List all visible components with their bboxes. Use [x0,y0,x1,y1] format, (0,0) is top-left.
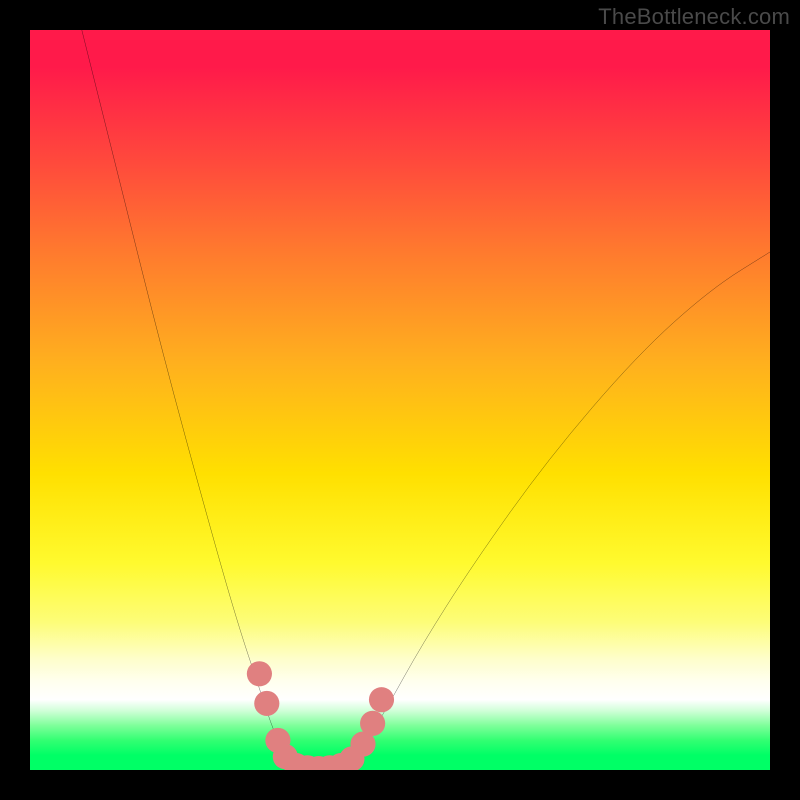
watermark-text: TheBottleneck.com [598,4,790,30]
curve-left-branch [82,30,297,770]
plot-area [30,30,770,770]
left-branch-path [82,30,297,770]
curve-right-branch [348,252,770,770]
highlight-marker [247,661,272,686]
highlight-marker [360,711,385,736]
highlight-marker [254,691,279,716]
highlight-marker [369,687,394,712]
curve-svg [30,30,770,770]
chart-container: TheBottleneck.com [0,0,800,800]
highlight-markers [247,661,394,770]
right-branch-path [348,252,770,770]
